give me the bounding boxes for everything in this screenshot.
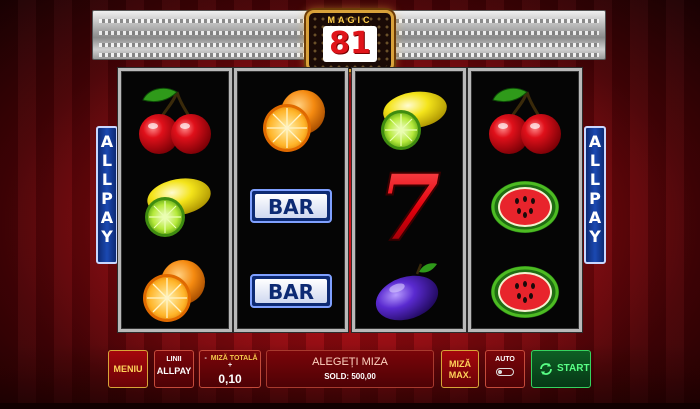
seven-text: 7 [377, 166, 441, 246]
bottom-strip [0, 403, 700, 409]
symbol-watermelon [471, 248, 579, 334]
stake-label: MIZĂ TOTALĂ [210, 355, 258, 362]
symbol-bar: BAR [237, 248, 345, 334]
auto-label: AUTO [495, 356, 515, 363]
stake-value: 0,10 [218, 372, 242, 386]
logo-magic-text: MAGIC [327, 15, 373, 25]
balance-text: SOLD: 500,00 [324, 372, 376, 381]
symbol-cherry [121, 78, 229, 164]
symbol-orange [121, 248, 229, 334]
max-bet-line1: MIZĂ [449, 359, 471, 369]
symbol-bar: BAR [237, 163, 345, 249]
status-message: ALEGEȚI MIZA [312, 356, 388, 368]
spin-arrows-icon [540, 363, 552, 375]
start-label: START [557, 363, 590, 374]
symbol-plum [355, 248, 463, 334]
bar-text: BAR [268, 195, 314, 219]
symbol-lemon [355, 78, 463, 164]
stake-minus-button[interactable]: - [202, 355, 208, 362]
symbol-lemon [121, 163, 229, 249]
logo-number: 81 [323, 26, 377, 62]
lines-label: LINII [166, 356, 182, 363]
game-logo: MAGIC 81 [306, 10, 394, 72]
max-bet-button[interactable]: MIZĂ MAX. [441, 350, 479, 388]
max-bet-line2: MAX. [448, 370, 472, 380]
allpay-text-right: ALLPAY [588, 132, 602, 246]
symbol-seven: 7 [355, 163, 463, 249]
symbol-watermelon [471, 163, 579, 249]
start-button[interactable]: START [531, 350, 591, 388]
bar-text: BAR [268, 280, 314, 304]
autoplay-button[interactable]: AUTO [485, 350, 525, 388]
menu-button[interactable]: MENIU [108, 350, 148, 388]
lines-value: ALLPAY [156, 366, 192, 376]
allpay-label-right: ALLPAY [584, 126, 606, 264]
message-display: ALEGEȚI MIZA SOLD: 500,00 [266, 350, 434, 388]
lines-selector[interactable]: LINII ALLPAY [154, 350, 194, 388]
symbol-cherry [471, 78, 579, 164]
total-stake-control: - MIZĂ TOTALĂ + 0,10 [199, 350, 261, 388]
stake-plus-button[interactable]: + [226, 362, 234, 369]
symbol-orange [237, 78, 345, 164]
auto-toggle-icon [496, 368, 514, 376]
